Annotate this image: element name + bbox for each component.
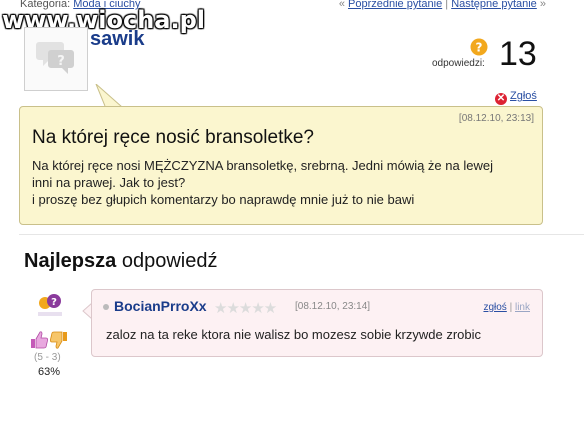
question-bubble-tail (95, 84, 123, 108)
question-box: [08.12.10, 23:13] Na której ręce nosić b… (19, 106, 543, 225)
answers-count: 13 (499, 35, 537, 73)
thumb-up-icon[interactable] (31, 331, 48, 349)
question-mark-icon: ? (470, 38, 488, 56)
question-date: [08.12.10, 23:13] (458, 113, 534, 124)
svg-text:?: ? (51, 297, 57, 308)
answerer-username[interactable]: BocianPrroXx (114, 298, 207, 314)
answer-permalink[interactable]: link (515, 302, 530, 313)
answer-date: [08.12.10, 23:14] (295, 301, 371, 312)
thumb-down-icon[interactable] (50, 331, 67, 349)
svg-text:?: ? (476, 41, 483, 55)
answer-links: zgłoś | link (483, 302, 530, 313)
question-body-line: i proszę bez głupich komentarzy bo napra… (32, 192, 415, 207)
report-question: ✕ Zgłoś (495, 90, 537, 105)
link-separator: | (509, 302, 513, 313)
prev-arrow: « (338, 0, 345, 10)
previous-question-link[interactable]: Poprzednie pytanie (348, 0, 442, 10)
vote-icons (31, 331, 67, 349)
question-body-line: Na której ręce nosi MĘŻCZYZNA bransoletk… (32, 158, 493, 173)
report-answer-link[interactable]: zgłoś (483, 302, 506, 313)
svg-text:?: ? (57, 54, 65, 69)
vote-count: (5 - 3) (34, 352, 61, 363)
question-navigation: « Poprzednie pytanie | Następne pytanie … (339, 0, 546, 10)
answerer-avatar[interactable]: ? (37, 293, 63, 319)
vote-percent: 63% (38, 366, 61, 378)
next-question-link[interactable]: Następne pytanie (451, 0, 537, 10)
answer-text: zaloz na ta reke ktora nie walisz bo moz… (106, 327, 481, 342)
best-answer-heading: Najlepsza odpowiedź (24, 250, 217, 273)
asker-username[interactable]: sawik (90, 28, 144, 51)
rating-stars-icon: ★★★★★ (214, 300, 277, 317)
best-answer-box: BocianPrroXx ★★★★★ [08.12.10, 23:14] zgł… (91, 289, 543, 357)
vote-controls (30, 331, 68, 354)
report-question-link[interactable]: Zgłoś (510, 90, 537, 102)
question-body: Na której ręce nosi MĘŻCZYZNA bransoletk… (32, 157, 532, 208)
best-answer-heading-bold: Najlepsza (24, 250, 117, 272)
report-icon[interactable]: ✕ (495, 93, 507, 105)
asker-avatar[interactable]: ? (24, 27, 88, 91)
section-divider (19, 234, 584, 235)
next-arrow: » (539, 0, 546, 10)
speech-bubbles-icon: ? (36, 42, 74, 74)
bullet-dot-icon (103, 304, 109, 310)
nav-separator: | (445, 0, 449, 10)
answers-label: odpowiedzi: (432, 58, 485, 69)
question-title: Na której ręce nosić bransoletke? (32, 127, 314, 148)
question-body-line: inni na prawej. Jak to jest? (32, 175, 186, 190)
best-answer-heading-rest: odpowiedź (116, 250, 218, 272)
